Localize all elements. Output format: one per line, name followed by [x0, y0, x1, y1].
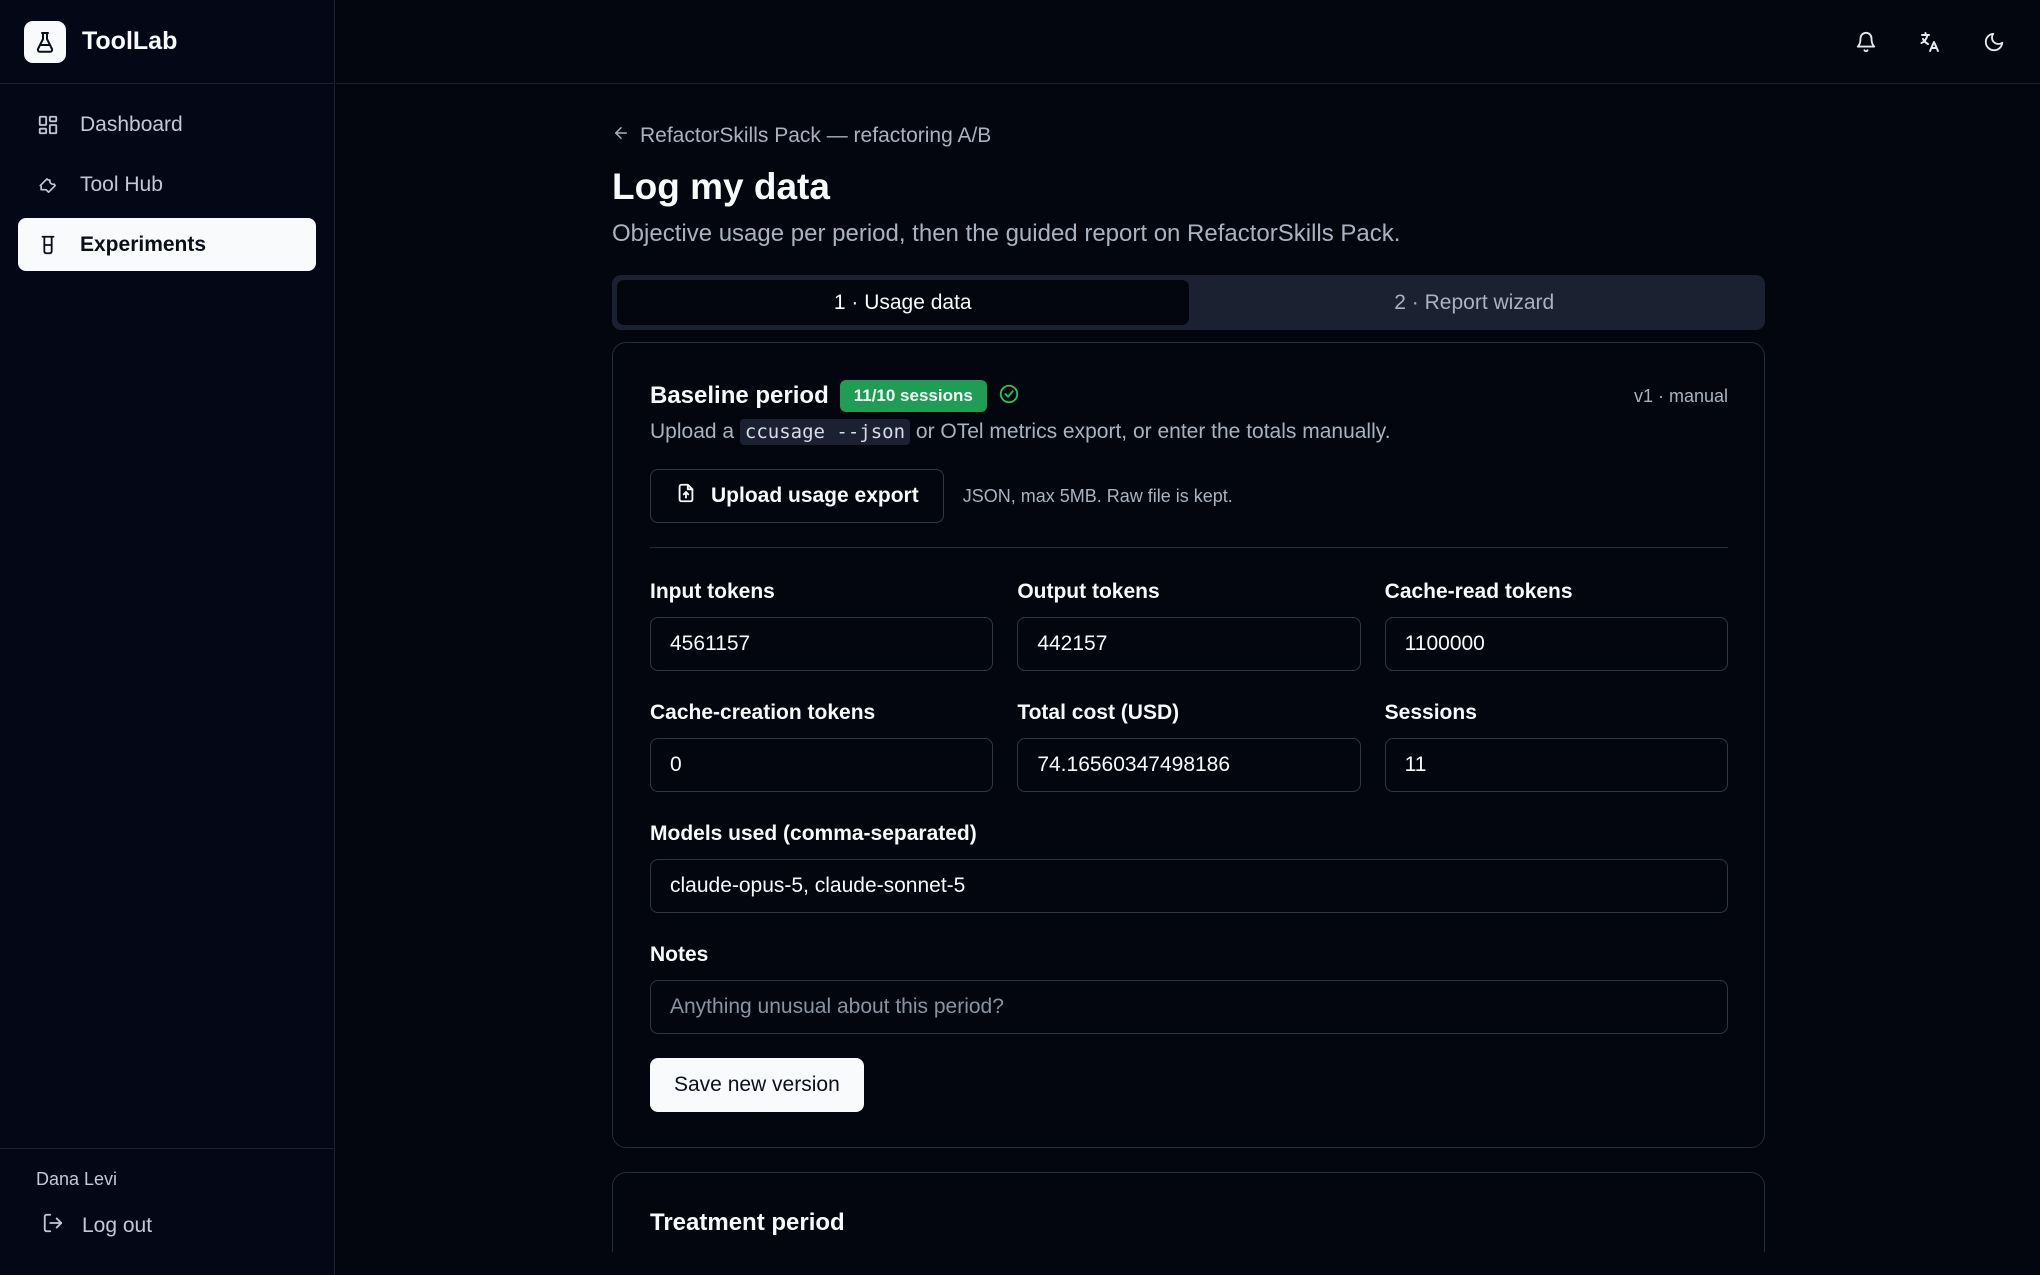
- models-label: Models used (comma-separated): [650, 822, 977, 845]
- sidebar: ToolLab Dashboard Tool Hub Experiments D…: [0, 0, 335, 1275]
- sidebar-item-label: Dashboard: [80, 112, 183, 136]
- main-content: RefactorSkills Pack — refactoring A/B Lo…: [612, 84, 1765, 1252]
- page-title: Log my data: [612, 166, 830, 207]
- dashboard-icon: [36, 113, 60, 137]
- treatment-card: Treatment period: [612, 1172, 1765, 1252]
- back-link-label: RefactorSkills Pack — refactoring A/B: [640, 124, 992, 147]
- treatment-title: Treatment period: [650, 1209, 845, 1236]
- upload-button-label: Upload usage export: [711, 484, 919, 507]
- sessions-label: Sessions: [1384, 701, 1477, 724]
- input-tokens-label: Input tokens: [650, 580, 775, 603]
- cache-read-tokens-input[interactable]: [1384, 617, 1728, 671]
- sessions-badge: 11/10 sessions: [839, 380, 987, 412]
- tab-usage-data[interactable]: 1 · Usage data: [617, 280, 1189, 325]
- notes-label: Notes: [650, 943, 709, 966]
- baseline-description: Upload a ccusage --json or OTel metrics …: [650, 419, 1728, 445]
- notes-input[interactable]: [650, 980, 1728, 1034]
- back-link[interactable]: RefactorSkills Pack — refactoring A/B: [612, 124, 1765, 148]
- total-cost-label: Total cost (USD): [1017, 701, 1180, 724]
- sidebar-footer: Dana Levi Log out: [0, 1148, 334, 1275]
- brand[interactable]: ToolLab: [0, 0, 334, 84]
- cache-read-tokens-field: Cache-read tokens: [1384, 580, 1728, 671]
- tab-report-wizard[interactable]: 2 · Report wizard: [1189, 280, 1761, 325]
- desc-code: ccusage --json: [739, 419, 911, 445]
- sidebar-item-dashboard[interactable]: Dashboard: [18, 98, 316, 151]
- sidebar-item-experiments[interactable]: Experiments: [18, 218, 316, 271]
- page-subtitle: Objective usage per period, then the gui…: [612, 220, 1401, 247]
- logout-button[interactable]: Log out: [42, 1212, 334, 1240]
- sidebar-item-label: Experiments: [80, 232, 207, 256]
- cache-creation-tokens-field: Cache-creation tokens: [650, 701, 994, 792]
- sidebar-item-tool-hub[interactable]: Tool Hub: [18, 158, 316, 211]
- file-upload-icon: [675, 482, 697, 510]
- translate-icon[interactable]: [1916, 28, 1944, 56]
- notes-field: Notes: [650, 943, 1728, 1034]
- divider: [650, 547, 1728, 548]
- brand-name: ToolLab: [82, 27, 178, 55]
- user-name: Dana Levi: [36, 1169, 118, 1189]
- output-tokens-input[interactable]: [1017, 617, 1361, 671]
- flask-icon: [24, 20, 66, 63]
- desc-pre: Upload a: [650, 420, 735, 443]
- output-tokens-field: Output tokens: [1017, 580, 1361, 671]
- sessions-input[interactable]: [1384, 738, 1728, 792]
- models-input[interactable]: [650, 859, 1728, 913]
- upload-hint: JSON, max 5MB. Raw file is kept.: [962, 485, 1233, 506]
- logout-icon: [42, 1212, 64, 1240]
- cache-creation-tokens-label: Cache-creation tokens: [650, 701, 876, 724]
- sidebar-item-label: Tool Hub: [80, 172, 163, 196]
- cache-creation-tokens-input[interactable]: [650, 738, 994, 792]
- upload-usage-export-button[interactable]: Upload usage export: [650, 469, 944, 523]
- sidebar-nav: Dashboard Tool Hub Experiments: [0, 84, 334, 285]
- baseline-title-row: Baseline period 11/10 sessions: [650, 380, 1020, 412]
- total-cost-input[interactable]: [1017, 738, 1361, 792]
- moon-icon[interactable]: [1980, 28, 2008, 56]
- beaker-icon: [36, 233, 60, 257]
- total-cost-field: Total cost (USD): [1017, 701, 1361, 792]
- check-circle-icon: [998, 383, 1020, 410]
- baseline-header: Baseline period 11/10 sessions v1 · manu…: [650, 379, 1728, 413]
- save-new-version-button[interactable]: Save new version: [650, 1058, 864, 1112]
- cache-read-tokens-label: Cache-read tokens: [1384, 580, 1573, 603]
- output-tokens-label: Output tokens: [1017, 580, 1160, 603]
- logout-label: Log out: [82, 1214, 153, 1237]
- tabs: 1 · Usage data 2 · Report wizard: [612, 275, 1765, 330]
- arrow-left-icon: [612, 124, 630, 148]
- wrench-icon: [36, 173, 60, 197]
- baseline-card: Baseline period 11/10 sessions v1 · manu…: [612, 342, 1765, 1148]
- desc-post: or OTel metrics export, or enter the tot…: [915, 420, 1391, 443]
- baseline-title: Baseline period: [650, 382, 829, 409]
- models-field: Models used (comma-separated): [650, 822, 1728, 913]
- sessions-field: Sessions: [1384, 701, 1728, 792]
- version-label: v1 · manual: [1633, 385, 1728, 406]
- input-tokens-field: Input tokens: [650, 580, 994, 671]
- topbar: [336, 0, 2040, 84]
- bell-icon[interactable]: [1852, 28, 1880, 56]
- upload-row: Upload usage export JSON, max 5MB. Raw f…: [650, 469, 1728, 523]
- token-fields: Input tokens Output tokens Cache-read to…: [650, 580, 1728, 792]
- input-tokens-input[interactable]: [650, 617, 994, 671]
